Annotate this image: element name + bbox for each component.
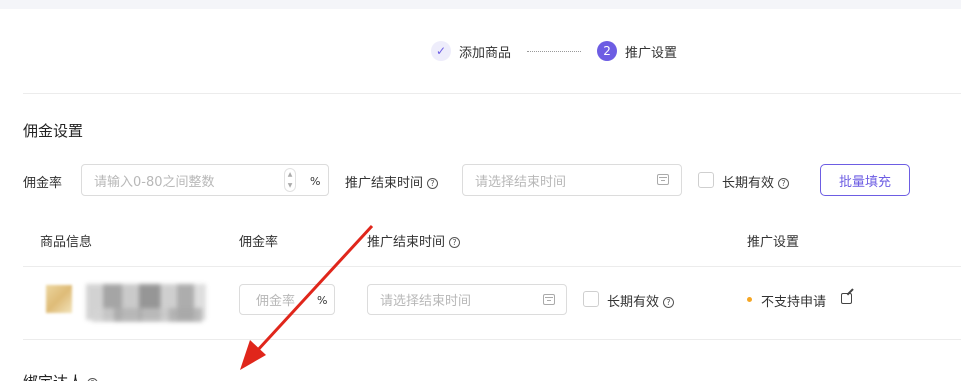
annotation-arrow-shaft <box>254 224 374 354</box>
annotation-arrow <box>240 224 374 370</box>
